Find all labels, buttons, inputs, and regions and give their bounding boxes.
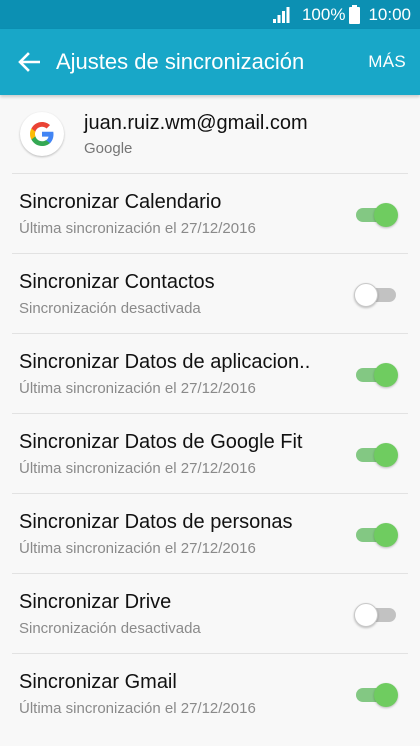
app-bar: Ajustes de sincronización MÁS (0, 29, 420, 95)
google-logo-icon (20, 112, 64, 156)
sync-toggle-contacts[interactable] (354, 282, 398, 307)
status-bar: 100% 10:00 (0, 0, 420, 29)
battery-percent: 100% (301, 4, 346, 24)
back-arrow-icon[interactable] (16, 49, 42, 75)
sync-item-status: Sincronización desactivada (19, 619, 201, 637)
account-header: juan.ruiz.wm@gmail.com Google (0, 95, 420, 173)
sync-item-label: Sincronizar Gmail (19, 670, 177, 693)
sync-item-calendar[interactable]: Sincronizar Calendario Última sincroniza… (12, 173, 408, 253)
sync-item-drive[interactable]: Sincronizar Drive Sincronización desacti… (12, 573, 408, 653)
sync-item-status: Última sincronización el 27/12/2016 (19, 379, 256, 397)
more-button[interactable]: MÁS (368, 52, 406, 72)
sync-toggle-people[interactable] (354, 522, 398, 547)
sync-toggle-app-data[interactable] (354, 362, 398, 387)
sync-toggle-gmail[interactable] (354, 682, 398, 707)
sync-toggle-drive[interactable] (354, 602, 398, 627)
sync-item-label: Sincronizar Datos de Google Fit (19, 430, 303, 453)
battery-icon (349, 5, 361, 24)
sync-item-status: Sincronización desactivada (19, 299, 201, 317)
page-title: Ajustes de sincronización (56, 49, 305, 74)
sync-item-status: Última sincronización el 27/12/2016 (19, 459, 256, 477)
sync-item-people[interactable]: Sincronizar Datos de personas Última sin… (12, 493, 408, 573)
sync-item-app-data[interactable]: Sincronizar Datos de aplicacion.. Última… (12, 333, 408, 413)
sync-toggle-google-fit[interactable] (354, 442, 398, 467)
account-email: juan.ruiz.wm@gmail.com (84, 111, 308, 134)
sync-item-status: Última sincronización el 27/12/2016 (19, 539, 256, 557)
sync-item-label: Sincronizar Drive (19, 590, 172, 613)
signal-icon (272, 6, 291, 23)
sync-toggle-calendar[interactable] (354, 202, 398, 227)
sync-item-label: Sincronizar Contactos (19, 270, 215, 293)
sync-item-google-fit[interactable]: Sincronizar Datos de Google Fit Última s… (12, 413, 408, 493)
clock: 10:00 (368, 4, 411, 24)
sync-list: Sincronizar Calendario Última sincroniza… (0, 173, 420, 733)
account-provider: Google (84, 139, 133, 157)
sync-item-label: Sincronizar Datos de personas (19, 510, 293, 533)
sync-item-status: Última sincronización el 27/12/2016 (19, 219, 256, 237)
sync-item-status: Última sincronización el 27/12/2016 (19, 699, 256, 717)
sync-item-label: Sincronizar Datos de aplicacion.. (19, 350, 311, 373)
sync-item-contacts[interactable]: Sincronizar Contactos Sincronización des… (12, 253, 408, 333)
sync-item-gmail[interactable]: Sincronizar Gmail Última sincronización … (12, 653, 408, 733)
sync-item-label: Sincronizar Calendario (19, 190, 222, 213)
